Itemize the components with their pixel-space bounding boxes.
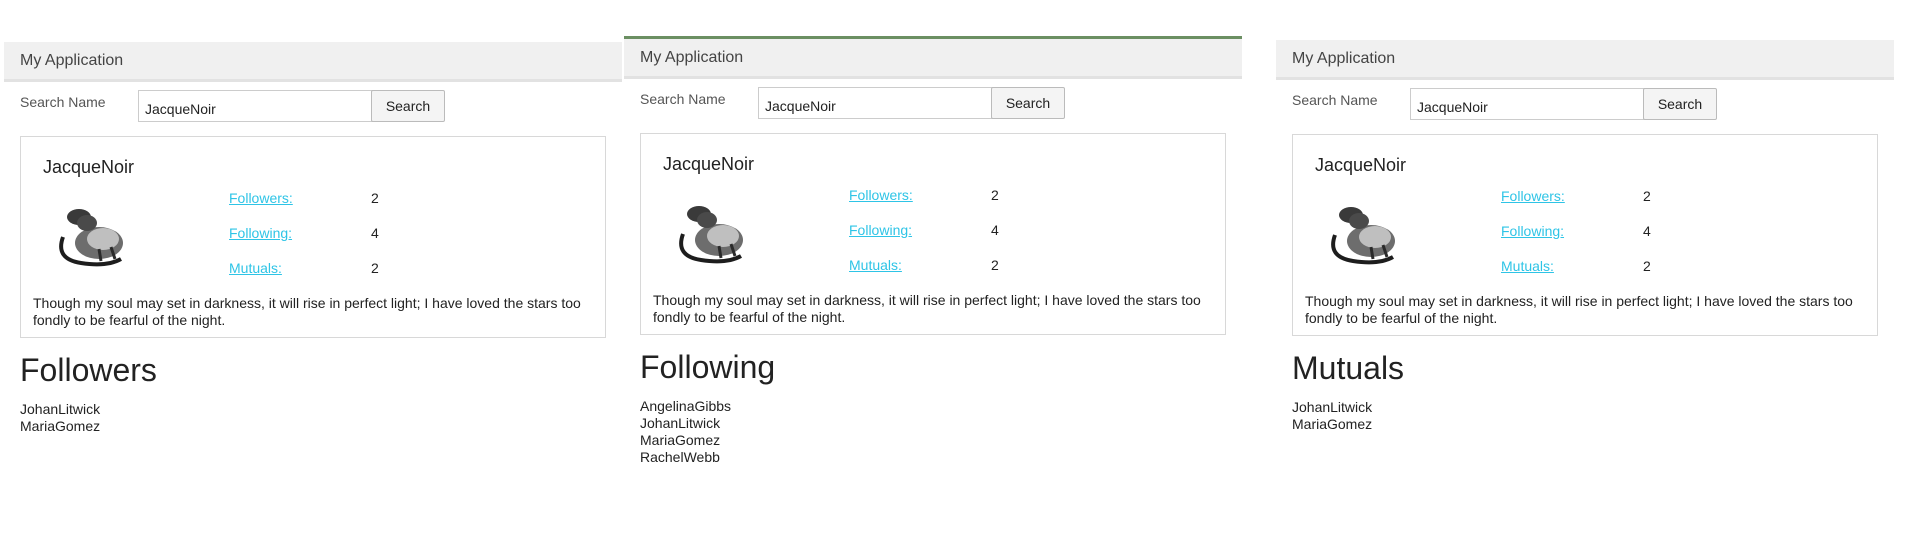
app-panel-followers: My Application Search Name Search Jacque…	[4, 42, 622, 435]
search-row: Search Name Search	[1276, 88, 1894, 128]
list-item: JohanLitwick	[640, 415, 721, 431]
profile-name: JacqueNoir	[43, 157, 135, 177]
list-item: JohanLitwick	[1292, 399, 1373, 415]
mutuals-link[interactable]: Mutuals:	[849, 257, 902, 273]
list-item: MariaGomez	[1292, 416, 1373, 432]
name-list: JohanLitwick MariaGomez	[20, 401, 622, 435]
app-header: My Application	[1276, 40, 1894, 80]
list-item: MariaGomez	[20, 418, 101, 434]
app-panel-following: My Application Search Name Search Jacque…	[624, 36, 1242, 466]
mutuals-count: 2	[1643, 258, 1651, 274]
following-stat: Following:	[1501, 223, 1564, 239]
profile-name: JacqueNoir	[1315, 155, 1407, 175]
list-item: RachelWebb	[640, 449, 720, 465]
name-list: JohanLitwick MariaGomez	[1292, 399, 1894, 433]
section-title: Mutuals	[1292, 350, 1405, 386]
followers-stat: Followers:	[229, 190, 293, 206]
list-item: JohanLitwick	[20, 401, 101, 417]
search-label: Search Name	[20, 94, 106, 110]
profile-bio: Though my soul may set in darkness, it w…	[33, 295, 581, 328]
app-header: My Application	[624, 36, 1242, 79]
search-input[interactable]	[1410, 88, 1646, 120]
mutuals-count: 2	[991, 257, 999, 273]
name-list: AngelinaGibbs JohanLitwick MariaGomez Ra…	[640, 398, 1242, 466]
mutuals-stat: Mutuals:	[229, 260, 282, 276]
followers-link[interactable]: Followers:	[229, 190, 293, 206]
black-cat-avatar-icon	[59, 209, 123, 267]
followers-link[interactable]: Followers:	[849, 187, 913, 203]
app-title: My Application	[20, 52, 124, 69]
followers-stat: Followers:	[849, 187, 913, 203]
search-row: Search Name Search	[4, 90, 622, 130]
profile-card: JacqueNoir Followers: 2 Following: 4 Mut…	[20, 136, 606, 338]
section-title: Followers	[20, 352, 157, 388]
search-button[interactable]: Search	[1643, 88, 1717, 120]
following-count: 4	[371, 225, 379, 241]
following-link[interactable]: Following:	[1501, 223, 1564, 239]
list-item: AngelinaGibbs	[640, 398, 732, 414]
following-stat: Following:	[849, 222, 912, 238]
mutuals-count: 2	[371, 260, 379, 276]
profile-name: JacqueNoir	[663, 154, 755, 174]
following-stat: Following:	[229, 225, 292, 241]
app-title: My Application	[640, 49, 744, 66]
profile-bio: Though my soul may set in darkness, it w…	[1305, 293, 1853, 326]
search-label: Search Name	[640, 91, 726, 107]
mutuals-stat: Mutuals:	[849, 257, 902, 273]
followers-stat: Followers:	[1501, 188, 1565, 204]
followers-link[interactable]: Followers:	[1501, 188, 1565, 204]
app-title: My Application	[1292, 50, 1396, 67]
following-count: 4	[1643, 223, 1651, 239]
profile-card: JacqueNoir Followers: 2 Following: 4 Mut…	[1292, 134, 1878, 336]
following-count: 4	[991, 222, 999, 238]
section-title: Following	[640, 349, 776, 385]
search-input[interactable]	[138, 90, 374, 122]
app-panel-mutuals: My Application Search Name Search Jacque…	[1276, 40, 1894, 433]
search-row: Search Name Search	[624, 87, 1242, 127]
profile-bio: Though my soul may set in darkness, it w…	[653, 292, 1201, 325]
following-link[interactable]: Following:	[229, 225, 292, 241]
search-label: Search Name	[1292, 92, 1378, 108]
search-button[interactable]: Search	[371, 90, 445, 122]
mutuals-link[interactable]: Mutuals:	[1501, 258, 1554, 274]
search-input[interactable]	[758, 87, 994, 119]
mutuals-stat: Mutuals:	[1501, 258, 1554, 274]
mutuals-link[interactable]: Mutuals:	[229, 260, 282, 276]
black-cat-avatar-icon	[679, 206, 743, 264]
followers-count: 2	[1643, 188, 1651, 204]
profile-card: JacqueNoir Followers: 2 Following: 4 Mut…	[640, 133, 1226, 335]
app-header: My Application	[4, 42, 622, 82]
search-button[interactable]: Search	[991, 87, 1065, 119]
followers-count: 2	[371, 190, 379, 206]
black-cat-avatar-icon	[1331, 207, 1395, 265]
list-item: MariaGomez	[640, 432, 721, 448]
followers-count: 2	[991, 187, 999, 203]
following-link[interactable]: Following:	[849, 222, 912, 238]
